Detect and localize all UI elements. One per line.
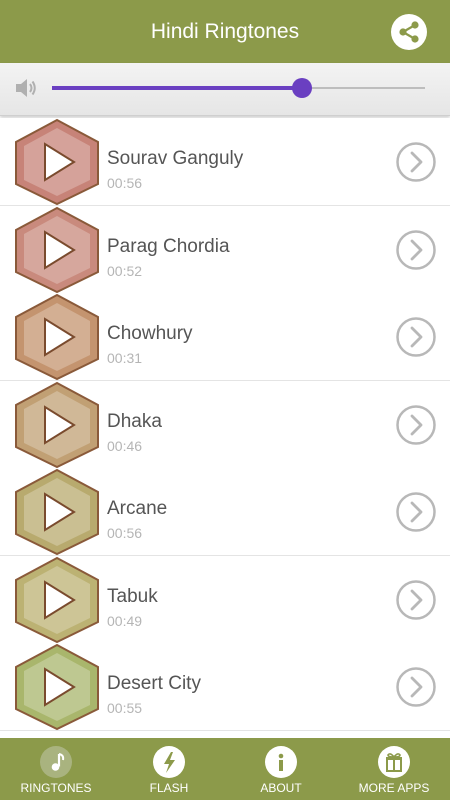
share-icon [399,21,419,43]
chevron-right-icon[interactable] [395,666,437,708]
ringtone-duration: 00:52 [107,263,143,279]
chevron-right-icon[interactable] [395,579,437,621]
ringtone-list: Sourav Ganguly 00:56 Parag Chordia 00:52 Cho… [0,118,450,738]
info-icon [265,746,297,778]
flash-icon [153,746,185,778]
ringtone-title: Parag Chordia [107,236,230,257]
nav-label: MORE APPS [358,781,430,795]
nav-about[interactable]: ABOUT [225,738,337,800]
volume-bar [0,63,450,116]
play-icon[interactable] [12,468,102,556]
ringtone-title: Tabuk [107,586,158,607]
app-title: Hindi Ringtones [150,20,300,43]
chevron-right-icon[interactable] [395,491,437,533]
ringtone-duration: 00:56 [107,175,143,191]
ringtone-duration: 00:31 [107,350,143,366]
play-icon[interactable] [12,118,102,206]
gift-icon [378,746,410,778]
ringtone-row[interactable]: Dhaka 00:46 [0,381,450,469]
ringtone-row[interactable]: Sourav Ganguly 00:56 [0,118,450,206]
ringtone-title: Arcane [107,498,168,519]
ringtone-duration: 00:49 [107,613,143,629]
ringtone-duration: 00:55 [107,700,143,716]
play-icon[interactable] [12,206,102,294]
play-icon[interactable] [12,556,102,644]
speaker-icon [16,79,36,97]
nav-label: ABOUT [260,781,302,795]
chevron-right-icon[interactable] [395,141,437,183]
play-icon[interactable] [12,381,102,469]
chevron-right-icon[interactable] [395,404,437,446]
ringtone-title: Chowhury [107,323,193,344]
nav-label: RINGTONES [20,781,92,795]
nav-ringtones[interactable]: RINGTONES [0,738,112,800]
play-icon[interactable] [12,643,102,731]
music-note-icon [40,746,72,778]
ringtone-row[interactable]: Desert City 00:55 [0,643,450,731]
ringtone-duration: 00:56 [107,525,143,541]
chevron-right-icon[interactable] [395,229,437,271]
nav-label: FLASH [149,781,189,795]
share-button[interactable] [391,14,427,50]
nav-more-apps[interactable]: MORE APPS [338,738,450,800]
bottom-nav: RINGTONES FLASH ABOUT MORE APPS [0,738,450,800]
volume-slider-fill [52,86,302,90]
ringtone-title: Dhaka [107,411,162,432]
chevron-right-icon[interactable] [395,316,437,358]
ringtone-row[interactable]: Arcane 00:56 [0,468,450,556]
volume-slider[interactable] [52,78,425,98]
ringtone-duration: 00:46 [107,438,143,454]
ringtone-title: Desert City [107,673,201,694]
play-icon[interactable] [12,293,102,381]
volume-slider-thumb[interactable] [291,78,312,98]
nav-flash[interactable]: FLASH [113,738,225,800]
ringtone-row[interactable]: Chowhury 00:31 [0,293,450,381]
app-bar: Hindi Ringtones [0,0,450,63]
ringtone-row[interactable]: Tabuk 00:49 [0,556,450,644]
ringtone-row[interactable]: Parag Chordia 00:52 [0,206,450,294]
ringtone-title: Sourav Ganguly [107,148,244,169]
